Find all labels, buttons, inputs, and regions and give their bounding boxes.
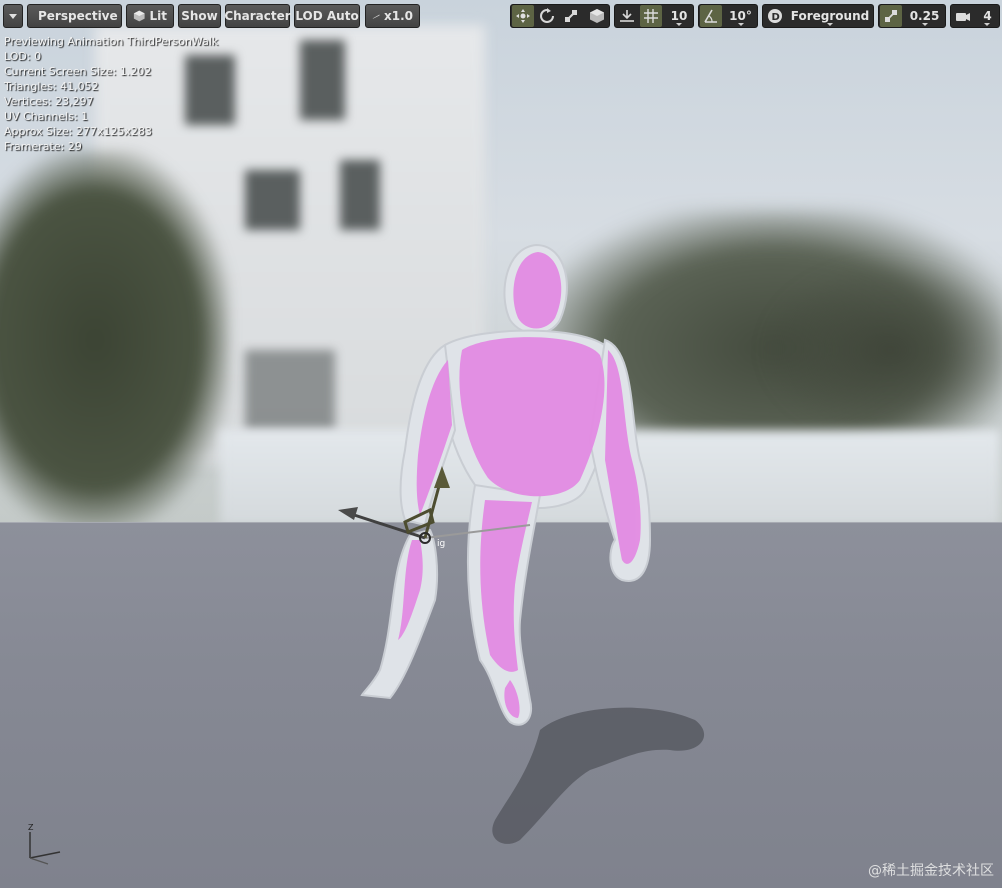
view-layer-toggle[interactable]: D bbox=[764, 5, 786, 27]
view-mode-button[interactable]: Perspective bbox=[27, 4, 122, 28]
character-label: Character bbox=[224, 9, 291, 23]
bone-transform-gizmo[interactable]: ig bbox=[330, 460, 550, 560]
lighting-mode-button[interactable]: Lit bbox=[126, 4, 174, 28]
rotation-snap-toggle[interactable] bbox=[700, 5, 722, 27]
camera-speed-value: 4 bbox=[983, 9, 992, 23]
viewport-stats-overlay: Previewing Animation ThirdPersonWalk LOD… bbox=[4, 34, 218, 154]
camera-speed-group: 4 bbox=[950, 4, 1000, 28]
world-local-toggle[interactable] bbox=[586, 5, 608, 27]
stats-vertices: Vertices: 23,297 bbox=[4, 95, 94, 108]
transform-tools-group bbox=[510, 4, 610, 28]
select-translate-button[interactable] bbox=[512, 5, 534, 27]
axis-indicator: Z bbox=[28, 823, 61, 865]
viewport-toolbar: Perspective Lit Show Character LOD Auto … bbox=[0, 0, 1002, 34]
camera-speed-dropdown[interactable]: 4 bbox=[976, 5, 999, 27]
grid-snap-group: 10 bbox=[614, 4, 694, 28]
background-tree bbox=[0, 150, 230, 530]
scale-snap-group: 0.25 bbox=[878, 4, 946, 28]
chevron-down-icon bbox=[922, 23, 928, 26]
speed-label: x1.0 bbox=[384, 9, 413, 23]
chevron-down-icon bbox=[676, 23, 682, 26]
scale-tool-button[interactable] bbox=[560, 5, 582, 27]
scale-snap-toggle[interactable] bbox=[880, 5, 902, 27]
view-layer-group: D Foreground bbox=[762, 4, 874, 28]
watermark-text: @稀土掘金技术社区 bbox=[868, 863, 994, 879]
rotation-snap-value: 10° bbox=[729, 9, 752, 23]
lighting-label: Lit bbox=[149, 9, 168, 23]
chevron-down-icon bbox=[984, 23, 990, 26]
rotation-snap-dropdown[interactable]: 10° bbox=[723, 5, 758, 27]
lit-cube-icon bbox=[133, 10, 145, 22]
grid-icon bbox=[644, 9, 658, 23]
world-local-icon bbox=[590, 9, 604, 23]
scale-icon bbox=[565, 10, 577, 22]
angle-icon bbox=[704, 9, 717, 23]
surface-snap-icon bbox=[620, 10, 634, 22]
menu-caret-icon bbox=[9, 13, 17, 19]
camera-icon bbox=[956, 13, 970, 21]
grid-snap-toggle[interactable] bbox=[640, 5, 662, 27]
scale-snap-value: 0.25 bbox=[909, 9, 940, 23]
lod-button[interactable]: LOD Auto bbox=[294, 4, 360, 28]
stats-uv-channels: UV Channels: 1 bbox=[4, 110, 89, 123]
playback-speed-button[interactable]: x1.0 bbox=[365, 4, 420, 28]
stats-animation: Previewing Animation ThirdPersonWalk bbox=[4, 35, 219, 48]
select-icon bbox=[516, 9, 530, 23]
svg-text:ig: ig bbox=[437, 539, 445, 549]
svg-text:Z: Z bbox=[28, 823, 34, 832]
stats-framerate: Framerate: 29 bbox=[4, 140, 82, 153]
svg-text:D: D bbox=[772, 12, 780, 23]
building-window bbox=[300, 40, 345, 120]
building-window bbox=[340, 160, 380, 230]
show-label: Show bbox=[181, 9, 218, 23]
stats-lod: LOD: 0 bbox=[4, 50, 42, 63]
scale-snap-icon bbox=[885, 10, 897, 22]
character-button[interactable]: Character bbox=[224, 4, 291, 28]
layer-d-icon: D bbox=[768, 9, 782, 23]
grid-size-value: 10 bbox=[670, 9, 688, 23]
rotate-icon bbox=[540, 8, 554, 23]
building-window bbox=[245, 350, 335, 430]
chevron-down-icon bbox=[827, 23, 833, 26]
scale-snap-dropdown[interactable]: 0.25 bbox=[903, 5, 946, 27]
speed-icon bbox=[372, 14, 380, 19]
view-layer-value: Foreground bbox=[790, 9, 870, 23]
options-menu-button[interactable] bbox=[3, 4, 23, 28]
surface-snap-button[interactable] bbox=[616, 5, 638, 27]
camera-speed-button[interactable] bbox=[952, 5, 974, 27]
view-layer-dropdown[interactable]: Foreground bbox=[787, 5, 873, 27]
building-window bbox=[245, 170, 300, 230]
chevron-down-icon bbox=[738, 23, 744, 26]
lod-label: LOD Auto bbox=[295, 9, 359, 23]
rotate-tool-button[interactable] bbox=[536, 5, 558, 27]
view-mode-label: Perspective bbox=[38, 9, 118, 23]
show-button[interactable]: Show bbox=[178, 4, 221, 28]
rotation-snap-group: 10° bbox=[698, 4, 758, 28]
stats-triangles: Triangles: 41,052 bbox=[4, 80, 99, 93]
background-tree bbox=[760, 260, 1002, 440]
stats-approx-size: Approx Size: 277x125x283 bbox=[4, 125, 152, 138]
grid-size-dropdown[interactable]: 10 bbox=[664, 5, 694, 27]
stats-screen-size: Current Screen Size: 1.202 bbox=[4, 65, 152, 78]
